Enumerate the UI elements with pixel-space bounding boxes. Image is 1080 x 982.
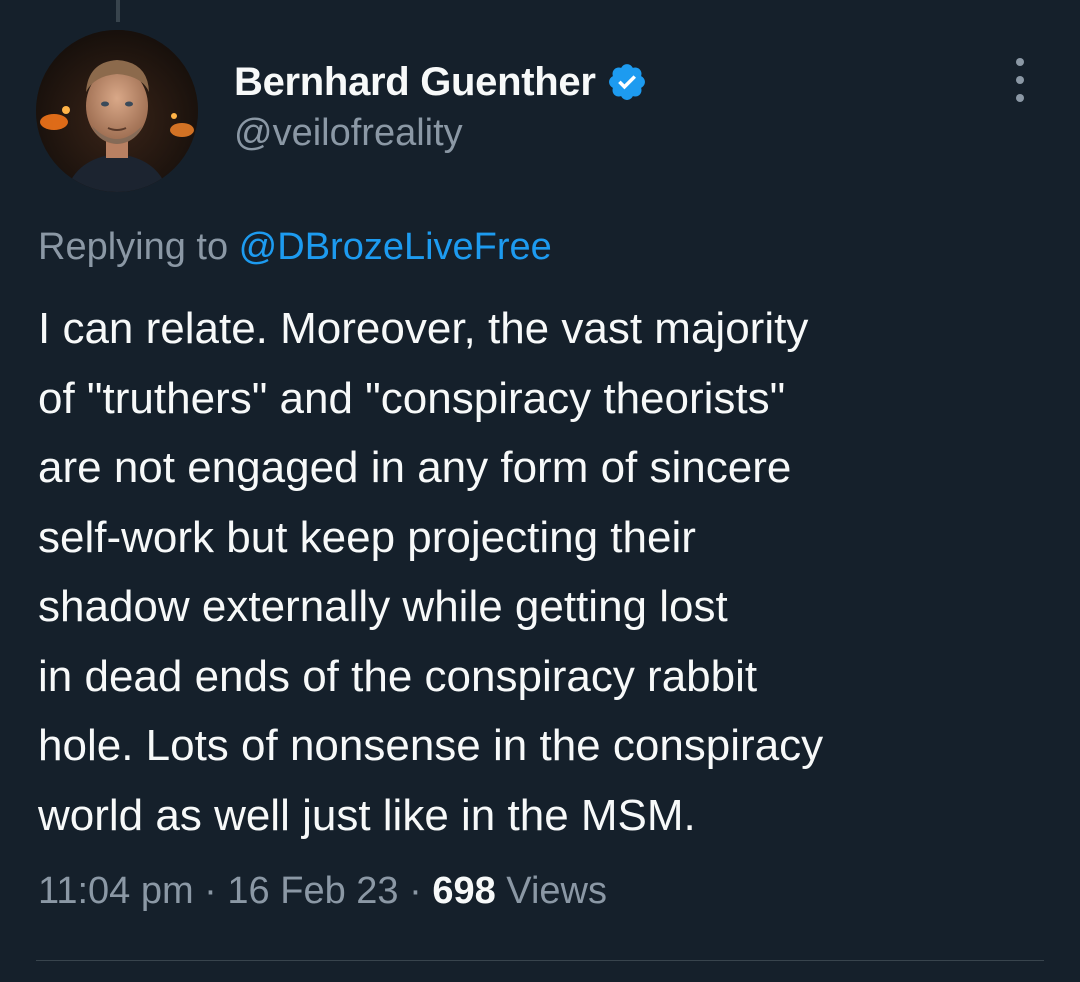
tweet-text-line: I can relate. Moreover, the vast majorit… [38, 304, 809, 353]
avatar[interactable] [36, 30, 198, 192]
tweet-text-line: of "truthers" and "conspiracy theorists" [38, 373, 786, 423]
tweet-text-line: hole. Lots of nonsense in the conspiracy [38, 721, 824, 770]
replying-to-line: Replying to @DBrozeLiveFree [38, 226, 552, 269]
replying-to-handle-link[interactable]: @DBrozeLiveFree [239, 226, 552, 268]
tweet-text-line: are not engaged in any form of sincere [38, 443, 792, 492]
views-label: Views [495, 870, 607, 912]
tweet-date-link[interactable]: 16 Feb 23 [227, 870, 398, 912]
verified-badge-icon [608, 64, 645, 100]
meta-separator: · [193, 870, 228, 912]
views-count[interactable]: 698 [432, 870, 495, 912]
tweet-text-line: self-work but keep projecting their [38, 512, 696, 562]
more-dot [1016, 58, 1024, 66]
replying-to-label: Replying to [38, 226, 239, 268]
tweet-text: I can relate. Moreover, the vast majorit… [38, 294, 1048, 850]
tweet-text-line: shadow externally while getting lost [38, 582, 728, 631]
thread-connector-line [116, 0, 120, 22]
meta-separator: · [398, 870, 433, 912]
tweet-text-line: in dead ends of the conspiracy rabbit [38, 651, 758, 701]
divider [36, 960, 1044, 961]
tweet-time-link[interactable]: 11:04 pm [38, 870, 194, 912]
tweet-text-line: world as well just like in the MSM. [38, 790, 696, 840]
author-handle[interactable]: @veilofreality [234, 112, 463, 155]
tweet-meta: 11:04 pm · 16 Feb 23 · 698 Views [38, 870, 607, 913]
more-dot [1016, 94, 1024, 102]
more-dot [1016, 76, 1024, 84]
more-options-icon[interactable] [1000, 58, 1040, 102]
profile-photo [36, 30, 198, 192]
author-name-row: Bernhard Guenther [234, 56, 648, 108]
author-display-name[interactable]: Bernhard Guenther [234, 60, 596, 105]
